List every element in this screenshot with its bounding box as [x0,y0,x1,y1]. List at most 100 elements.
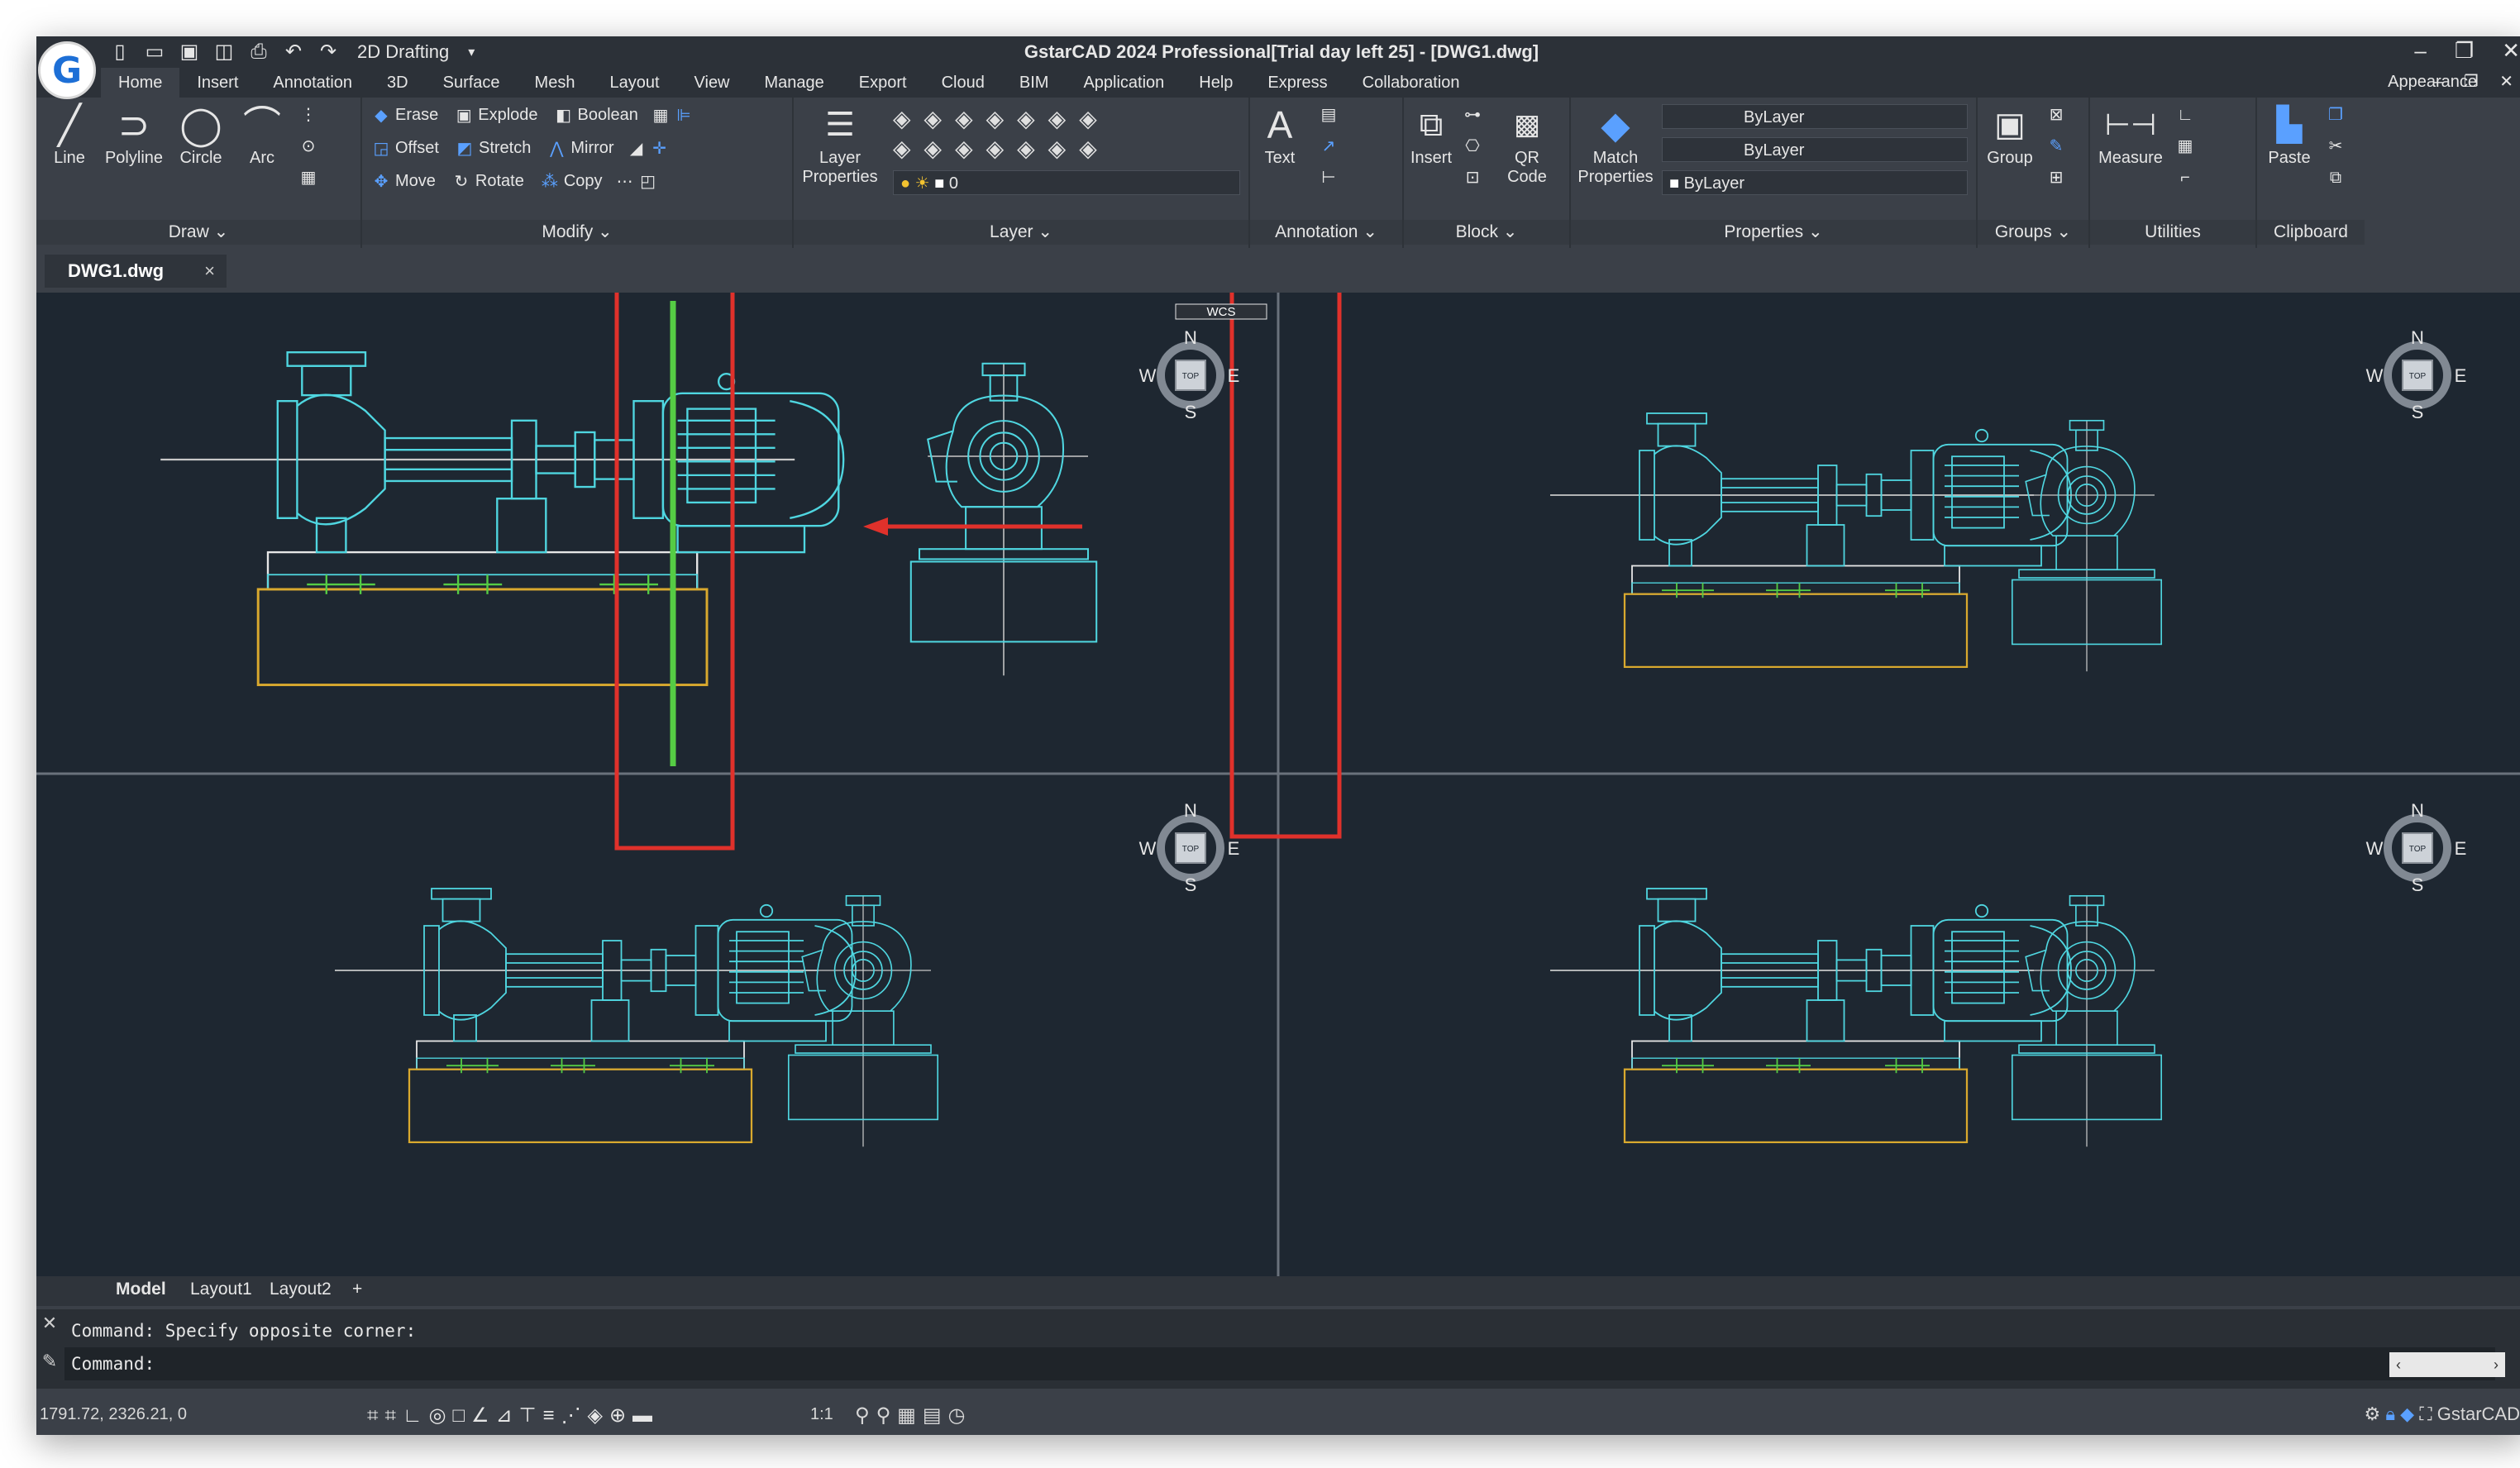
command-input[interactable]: Command: [64,1347,2495,1380]
group-button[interactable]: ▣ Group [1981,101,2039,168]
mirror-button[interactable]: Mirror [570,139,613,158]
menu-layout[interactable]: Layout [592,68,676,98]
scale-icon[interactable]: ◰ [639,173,657,191]
menu-cloud[interactable]: Cloud [924,68,1002,98]
copy-base-icon[interactable]: ⧉ [2327,169,2345,187]
lock-icon[interactable]: 🔒︎ [2385,1404,2395,1424]
doc-window-controls[interactable]: – ❐ ✕ [2433,71,2520,92]
copy-button[interactable]: Copy [564,172,603,191]
erase-button[interactable]: Erase [395,106,438,125]
explode-button[interactable]: Explode [478,106,537,125]
arc-tool[interactable]: ⌒ Arc [235,101,289,168]
customize-command-icon[interactable]: ✎ [38,1351,61,1372]
block-editor-icon[interactable]: ⎔ [1463,137,1482,155]
points-icon[interactable]: ⋮ [299,106,317,124]
menu-view[interactable]: View [677,68,747,98]
menu-mesh[interactable]: Mesh [518,68,593,98]
menu-application[interactable]: Application [1066,68,1181,98]
viewports-svg[interactable]: N S E W N S E W N S E W N S E W TOP TOP … [36,284,2520,1276]
layer-properties-button[interactable]: ☰ Layer Properties [799,101,881,187]
close-command-icon[interactable]: ✕ [38,1313,61,1334]
menu-3d[interactable]: 3D [370,68,426,98]
drafting-toggle-icons[interactable]: ⌗⌗∟◎□∠⊿⊤≡⋰◈⊕▬ [367,1404,659,1427]
move-button[interactable]: Move [395,172,436,191]
offset-button[interactable]: Offset [395,139,439,158]
linetype-dropdown[interactable]: ByLayer [1662,104,1968,129]
drawing-canvas[interactable]: N S E W N S E W N S E W N S E W TOP TOP … [36,284,2520,1276]
pump-side-view-bottomleft[interactable] [333,887,857,1144]
menu-home[interactable]: Home [101,68,180,98]
block-attribute-icon[interactable]: ⊶ [1463,106,1482,124]
layer-tools-icons[interactable]: ◈◈◈◈◈◈◈ ◈◈◈◈◈◈◈ [893,104,1110,164]
extend-icon[interactable]: ⋯ [616,173,634,191]
fillet-icon[interactable]: ◢ [628,140,646,158]
draw-panel-label[interactable]: Draw ⌄ [36,220,360,245]
gear-icon[interactable]: ⚙ [2364,1404,2380,1424]
pump-front-view-topleft[interactable] [909,362,1098,677]
block-define-icon[interactable]: ⊡ [1463,169,1482,187]
close-icon[interactable]: ✕ [2502,38,2520,64]
trim-icon[interactable]: ✛ [651,140,669,158]
fullscreen-icon[interactable]: ⛶ [2419,1404,2432,1424]
menu-express[interactable]: Express [1250,68,1344,98]
menu-insert[interactable]: Insert [179,68,255,98]
measure-button[interactable]: ⊢⊣ Measure [2093,101,2168,168]
pump-side-view-bottomright[interactable] [1549,887,2073,1144]
minimize-icon[interactable]: – [2414,38,2426,64]
annotation-icons[interactable]: ⚲⚲▦▤◷ [855,1404,971,1427]
modify-panel-label[interactable]: Modify ⌄ [362,220,792,245]
groups-panel-label[interactable]: Groups ⌄ [1978,220,2088,245]
align-icon[interactable]: ⊫ [675,107,693,125]
pump-side-view-topleft[interactable] [159,350,845,687]
close-tab-icon[interactable]: × [204,255,215,288]
menu-help[interactable]: Help [1181,68,1250,98]
group-select-icon[interactable]: ⊞ [2047,169,2065,187]
annotation-scale[interactable]: 1:1 [810,1405,833,1424]
tab-add[interactable]: + [352,1280,362,1299]
line-tool[interactable]: ╱ Line [45,101,94,168]
calculator-icon[interactable]: ▦ [2176,137,2194,155]
copy-clip-icon[interactable]: ❐ [2327,106,2345,124]
paste-button[interactable]: ▙ Paste [2260,101,2318,168]
command-scrollbar[interactable]: ‹ › [2389,1352,2505,1377]
menu-bim[interactable]: BIM [1002,68,1067,98]
group-edit-icon[interactable]: ✎ [2047,137,2065,155]
menu-surface[interactable]: Surface [426,68,518,98]
coordinate-icon[interactable]: ∟ [2176,106,2194,124]
tab-layout1[interactable]: Layout1 [190,1280,252,1299]
document-tab[interactable]: DWG1.dwg × [45,255,227,288]
polyline-tool[interactable]: ⊃ Polyline [101,101,167,168]
id-point-icon[interactable]: ⌐ [2176,169,2194,187]
stretch-button[interactable]: Stretch [479,139,531,158]
scroll-right-icon[interactable]: › [2494,1352,2499,1377]
app-logo[interactable]: G [38,41,96,99]
menu-manage[interactable]: Manage [747,68,842,98]
insert-button[interactable]: ⧉ Insert [1404,101,1458,168]
menu-export[interactable]: Export [842,68,924,98]
table-icon[interactable]: ▤ [1320,106,1338,124]
lineweight-dropdown[interactable]: ByLayer [1662,137,1968,162]
tab-layout2[interactable]: Layout2 [270,1280,332,1299]
block-panel-label[interactable]: Block ⌄ [1404,220,1569,245]
circle-tool[interactable]: ◯ Circle [174,101,228,168]
ungroup-icon[interactable]: ⊠ [2047,106,2065,124]
text-button[interactable]: A Text [1255,101,1305,168]
color-dropdown[interactable]: ■ ByLayer [1662,170,1968,195]
dimension-icon[interactable]: ⊢ [1320,169,1338,187]
annotation-panel-label[interactable]: Annotation ⌄ [1250,220,1402,245]
array-icon[interactable]: ▦ [651,107,670,125]
isolate-icon[interactable]: ◆ [2400,1404,2414,1424]
leader-icon[interactable]: ↗ [1320,137,1338,155]
hatch-icon[interactable]: ▦ [299,169,317,187]
tab-model[interactable]: Model [116,1280,166,1299]
scroll-left-icon[interactable]: ‹ [2396,1352,2401,1377]
pump-side-view-topright[interactable] [1549,412,2073,669]
menu-collaboration[interactable]: Collaboration [1345,68,1477,98]
restore-icon[interactable]: ❐ [2455,38,2474,64]
ellipse-icon[interactable]: ⊙ [299,137,317,155]
rotate-button[interactable]: Rotate [475,172,524,191]
layer-dropdown[interactable]: ● ☀ ■ 0 [893,170,1240,195]
qr-code-button[interactable]: ▩ QR Code [1498,101,1556,187]
menu-annotation[interactable]: Annotation [255,68,370,98]
properties-panel-label[interactable]: Properties ⌄ [1571,220,1976,245]
